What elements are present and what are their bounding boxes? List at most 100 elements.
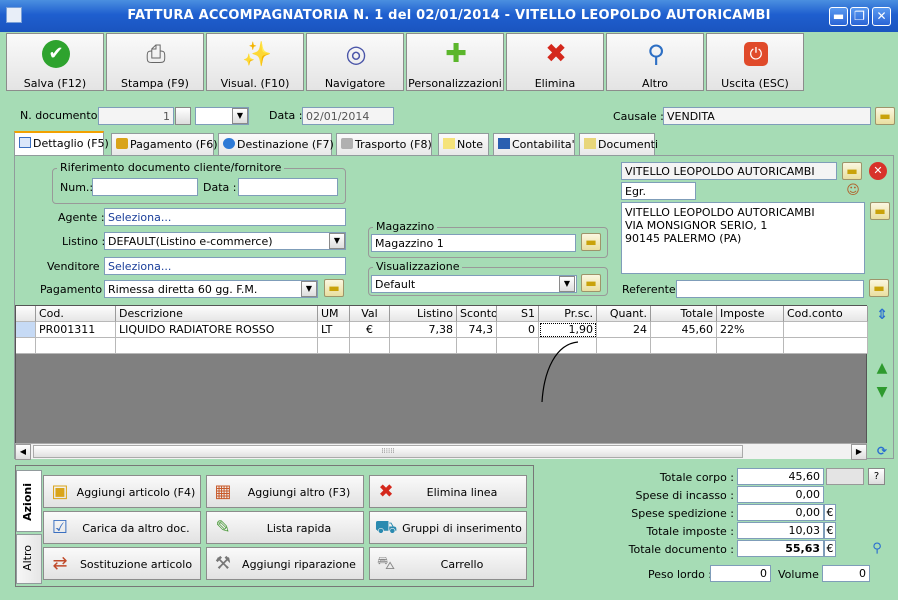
grid-header-cell[interactable]: Totale [651,306,717,322]
totale-imposte-field[interactable]: 10,03 [737,522,824,539]
causale-field[interactable]: VENDITA [663,107,871,125]
cell-val[interactable]: € [350,322,390,338]
delete-line-button[interactable]: ✖ Elimina linea [369,475,527,508]
customizations-button[interactable]: ✚ Personalizzazioni [406,33,504,91]
save-button[interactable]: ✔ Salva (F12) [6,33,104,91]
close-button[interactable]: ✕ [872,7,891,26]
move-down-icon[interactable]: ▼ [872,382,892,402]
cell-um[interactable]: LT [318,322,350,338]
tab-note[interactable]: Note [438,133,489,155]
cell-listino[interactable]: 7,38 [390,322,457,338]
cell-totale[interactable]: 45,60 [651,322,717,338]
grid-header-cell[interactable]: Listino [390,306,457,322]
client-remove-icon[interactable]: ✕ [869,162,887,180]
person-icon[interactable]: ☺ [844,182,862,200]
table-row-empty[interactable] [16,338,868,354]
cell-cod-conto[interactable] [784,322,868,338]
row-selector[interactable] [16,322,36,338]
maximize-button[interactable]: ❐ [850,7,869,26]
items-grid[interactable]: Cod. Descrizione UM Val Listino Sconto S… [15,305,868,458]
refresh-icon[interactable]: ⟳ [872,441,892,461]
load-doc-button[interactable]: ☑ Carica da altro doc. [43,511,201,544]
minimize-button[interactable]: ▬ [829,7,848,26]
tab-documenti[interactable]: Documenti [579,133,658,155]
tab-destinazione[interactable]: Destinazione (F7) [218,133,334,155]
pagamento-folder-icon[interactable]: ▬ [324,279,344,297]
chevron-down-icon[interactable]: ▼ [232,108,248,124]
move-up-icon[interactable]: ▲ [872,358,892,378]
grid-header-cell[interactable]: Cod. [36,306,116,322]
visual-button[interactable]: ✨ Visual. (F10) [206,33,304,91]
chevron-down-icon[interactable]: ▼ [301,281,317,297]
client-folder-icon[interactable]: ▬ [842,162,862,180]
delete-button[interactable]: ✖ Elimina [506,33,604,91]
grid-header-cell[interactable]: UM [318,306,350,322]
tab-trasporto[interactable]: Trasporto (F8) [336,133,432,155]
agente-field[interactable]: Seleziona... [104,208,346,226]
magazzino-folder-icon[interactable]: ▬ [581,233,601,251]
grid-header-cell[interactable]: Imposte [717,306,784,322]
listino-select[interactable]: DEFAULT(Listino e-commerce) [104,232,346,250]
visualizzazione-select[interactable]: Default [371,275,577,293]
cell-imposte[interactable]: 22% [717,322,784,338]
grid-header-cell[interactable]: Pr.sc. [539,306,597,322]
visualizzazione-folder-icon[interactable]: ▬ [581,274,601,292]
tab-contabilita[interactable]: Contabilita' [493,133,575,155]
grid-header-cell[interactable]: Val [350,306,390,322]
client-address-box[interactable]: VITELLO LEOPOLDO AUTORICAMBI VIA MONSIGN… [621,202,865,274]
cell-quantita[interactable]: 24 [597,322,651,338]
grid-header-cell[interactable]: Cod.conto [784,306,868,322]
doc-number-field[interactable]: 1 [98,107,174,125]
venditore-field[interactable]: Seleziona... [104,257,346,275]
scroll-thumb[interactable]: ⁞⁞⁞⁞⁞⁞ [33,445,743,458]
volume-field[interactable]: 0 [822,565,870,582]
referente-folder-icon[interactable]: ▬ [869,279,889,297]
rif-num-field[interactable] [92,178,198,196]
add-other-button[interactable]: ▦ Aggiungi altro (F3) [206,475,364,508]
pagamento-select[interactable]: Rimessa diretta 60 gg. F.M. [104,280,318,298]
spese-spedizione-field[interactable]: 0,00 [737,504,824,521]
tab-dettaglio[interactable]: Dettaglio (F5) [14,131,109,156]
causale-folder-icon[interactable]: ▬ [875,107,895,125]
quick-list-button[interactable]: ✎ Lista rapida [206,511,364,544]
tab-pagamento[interactable]: Pagamento (F6) [111,133,218,155]
tab-azioni[interactable]: Azioni [16,470,42,532]
grid-header-cell[interactable]: S1 [497,306,539,322]
grid-horizontal-scrollbar[interactable]: ◀ ⁞⁞⁞⁞⁞⁞ ▶ [15,443,867,460]
other-button[interactable]: ⚲ Altro [606,33,704,91]
print-button[interactable]: ⎙ Stampa (F9) [106,33,204,91]
exit-button[interactable]: ⏻ Uscita (ESC) [706,33,804,91]
grid-header-cell[interactable]: Quant. [597,306,651,322]
peso-lordo-field[interactable]: 0 [710,565,771,582]
tab-altro[interactable]: Altro [16,534,42,584]
navigator-button[interactable]: ◎ Navigatore [306,33,404,91]
salutation-field[interactable]: Egr. [621,182,696,200]
address-folder-icon[interactable]: ▬ [870,202,890,220]
scroll-left-icon[interactable]: ◀ [15,444,31,460]
doc-date-field[interactable]: 02/01/2014 [302,107,394,125]
zoom-icon[interactable]: ⚲ [868,540,886,558]
add-repair-button[interactable]: ⚒ Aggiungi riparazione [206,547,364,580]
reorder-icon[interactable]: ⇕ [872,305,892,325]
grid-header-cell[interactable]: Descrizione [116,306,318,322]
referente-field[interactable] [676,280,864,298]
grid-header-cell[interactable]: Sconto [457,306,497,322]
spese-incasso-field[interactable]: 0,00 [737,486,824,503]
replace-article-button[interactable]: ⇄ Sostituzione articolo [43,547,201,580]
client-name-field[interactable]: VITELLO LEOPOLDO AUTORICAMBI [621,162,837,180]
rif-date-field[interactable] [238,178,338,196]
cell-cod[interactable]: PR001311 [36,322,116,338]
totale-documento-field[interactable]: 55,63 [737,540,824,557]
insert-groups-button[interactable]: ⛟ Gruppi di inserimento [369,511,527,544]
scroll-right-icon[interactable]: ▶ [851,444,867,460]
cell-sconto[interactable]: 74,3 [457,322,497,338]
magazzino-field[interactable]: Magazzino 1 [371,234,576,252]
help-button[interactable]: ? [868,468,885,485]
table-row[interactable]: PR001311 LIQUIDO RADIATORE ROSSO LT € 7,… [16,322,868,338]
chevron-down-icon[interactable]: ▼ [329,233,345,249]
add-article-button[interactable]: ▣ Aggiungi articolo (F4) [43,475,201,508]
cell-descrizione[interactable]: LIQUIDO RADIATORE ROSSO [116,322,318,338]
doc-number-spin[interactable] [175,107,191,125]
chevron-down-icon[interactable]: ▼ [559,276,575,292]
totale-corpo-field[interactable]: 45,60 [737,468,824,485]
